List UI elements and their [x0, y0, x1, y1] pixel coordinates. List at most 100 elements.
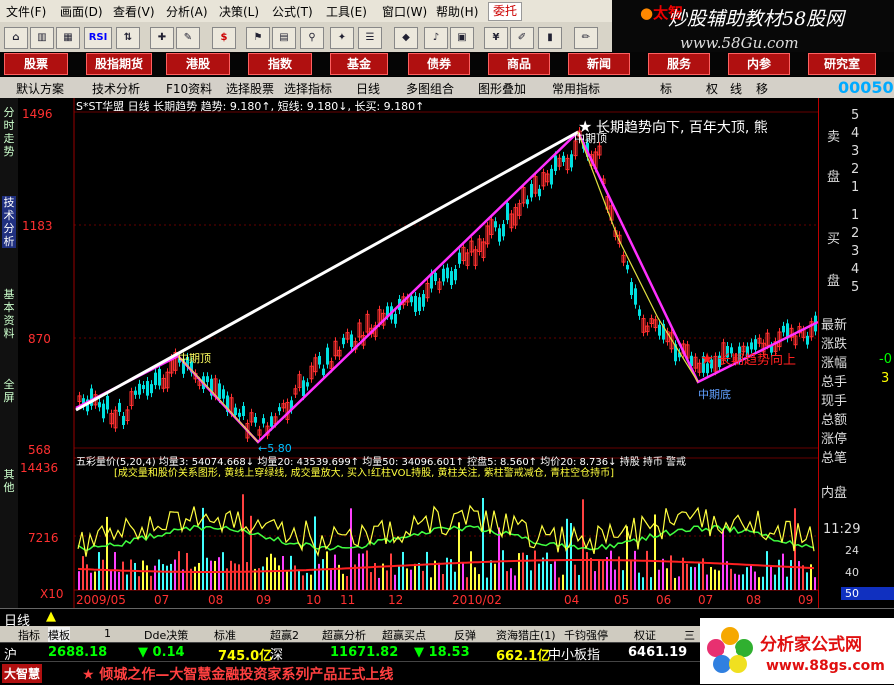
volume-bar [630, 561, 632, 590]
news-icon[interactable]: ▣ [450, 27, 474, 49]
minute-icon[interactable]: ⇅ [116, 27, 140, 49]
gift-icon[interactable]: ✦ [330, 27, 354, 49]
sell-label-2: 盘 [827, 170, 841, 185]
home-icon[interactable]: ⌂ [4, 27, 28, 49]
bottom-tab-standard[interactable]: 标准 [214, 627, 236, 643]
volume-bar [134, 562, 136, 590]
menu-screen[interactable]: 画面(D) [60, 3, 103, 20]
cat-news[interactable]: 新闻 [568, 53, 630, 75]
candle-body [322, 368, 325, 376]
menu-analysis[interactable]: 分析(A) [166, 3, 208, 20]
bottom-tab-more[interactable]: 三 [684, 627, 695, 643]
tab-fullscreen[interactable]: 全屏 [2, 378, 16, 404]
bottom-tab-1[interactable]: 1 [104, 627, 111, 640]
volume-bar [650, 577, 652, 590]
bottom-tab-dde[interactable]: Dde决策 [144, 627, 188, 643]
flag-icon[interactable]: ⚑ [246, 27, 270, 49]
price-tick: 1183 [22, 219, 53, 233]
period-dropdown[interactable]: 日线 [356, 80, 380, 97]
cat-stocks[interactable]: 股票 [4, 53, 68, 75]
pen-icon[interactable]: ✏ [574, 27, 598, 49]
kline-chart[interactable]: 1496 1183 870 568 14436 7216 X10 S*ST华盟 … [18, 98, 818, 608]
volume-bar [454, 571, 456, 590]
volume-bar [110, 570, 112, 590]
move-button[interactable]: 移 [756, 80, 768, 97]
cross-icon[interactable]: ✚ [150, 27, 174, 49]
candle-body [418, 297, 421, 312]
entrust-button[interactable]: 委托 [488, 2, 522, 21]
menu-view[interactable]: 查看(V) [113, 3, 155, 20]
menu-window[interactable]: 窗口(W) [382, 3, 427, 20]
mark-button[interactable]: 标 [660, 80, 672, 97]
ticker-text[interactable]: ★ 倾城之作—大智慧金融投资家系列产品正式上线 [82, 664, 393, 684]
ruler-icon[interactable]: ✎ [176, 27, 200, 49]
bottom-tab-indicator[interactable]: 指标 [18, 627, 40, 643]
tech-analysis-dropdown[interactable]: 技术分析 [92, 80, 140, 97]
tab-technical[interactable]: 技术分析 [2, 196, 16, 248]
sound-icon[interactable]: ♪ [424, 27, 448, 49]
volume-bar [466, 577, 468, 590]
candle-body [350, 334, 353, 347]
cat-bond[interactable]: 债券 [408, 53, 470, 75]
bottom-tab-rebound[interactable]: 反弹 [454, 627, 476, 643]
notes-icon[interactable]: ☰ [358, 27, 382, 49]
kline-icon[interactable]: ▥ [30, 27, 54, 49]
volume-bar [742, 574, 744, 590]
select-stock-button[interactable]: 选择股票 [226, 80, 274, 97]
select-indicator-button[interactable]: 选择指标 [284, 80, 332, 97]
tab-other[interactable]: 其他 [2, 468, 16, 494]
edit-icon[interactable]: ✐ [510, 27, 534, 49]
bottom-tab-chaoying-analysis[interactable]: 超赢分析 [322, 627, 366, 643]
chart-icon[interactable]: ▦ [56, 27, 80, 49]
bottom-tab-chaoying2[interactable]: 超赢2 [270, 627, 299, 643]
cat-hk[interactable]: 港股 [166, 53, 230, 75]
cat-research[interactable]: 研究室 [808, 53, 876, 75]
line-button[interactable]: 线 [730, 80, 742, 97]
rights-button[interactable]: 权 [706, 80, 718, 97]
volume-bar [106, 516, 108, 590]
f10-button[interactable]: F10资料 [166, 80, 212, 97]
diamond-icon[interactable]: ◆ [394, 27, 418, 49]
ticker-brand[interactable]: 大智慧 [2, 664, 43, 683]
menu-help[interactable]: 帮助(H) [436, 3, 478, 20]
bottom-tab-template[interactable]: 模板 [48, 627, 70, 643]
cat-service[interactable]: 服务 [648, 53, 710, 75]
cat-futures[interactable]: 股指期货 [86, 53, 152, 75]
quote-label: 总笔 [821, 451, 848, 466]
cat-commodity[interactable]: 商品 [488, 53, 550, 75]
date-tick: 07 [698, 593, 713, 607]
books-icon[interactable]: ▮ [538, 27, 562, 49]
sh-value: 2688.18 [48, 645, 108, 660]
menu-decision[interactable]: 决策(L) [219, 3, 259, 20]
candle-body [454, 268, 457, 281]
cat-insider[interactable]: 内参 [728, 53, 790, 75]
binocular-icon[interactable]: ⚲ [300, 27, 324, 49]
tab-fundamentals[interactable]: 基本资料 [2, 288, 16, 340]
bottom-tab-qianjun[interactable]: 千钧强停 [564, 627, 608, 643]
cat-fund[interactable]: 基金 [330, 53, 388, 75]
volume-bar [770, 566, 772, 590]
dollar-icon[interactable]: $ [212, 27, 236, 49]
common-indicator-dropdown[interactable]: 常用指标 [552, 80, 600, 97]
scheme-dropdown[interactable]: 默认方案 [16, 80, 64, 97]
volume-bar [710, 566, 712, 590]
cat-index[interactable]: 指数 [248, 53, 312, 75]
layout-icon[interactable]: ▤ [272, 27, 296, 49]
bottom-tab-warrant[interactable]: 权证 [634, 627, 656, 643]
volume-bar [482, 497, 484, 590]
bottom-tab-chaoying-buy[interactable]: 超赢买点 [382, 627, 426, 643]
tab-intraday[interactable]: 分时走势 [2, 106, 16, 158]
candle-body [146, 381, 149, 396]
multi-chart-dropdown[interactable]: 多图组合 [406, 80, 454, 97]
menu-tools[interactable]: 工具(E) [326, 3, 367, 20]
candle-body [142, 385, 145, 390]
overlay-dropdown[interactable]: 图形叠加 [478, 80, 526, 97]
bottom-tab-zihai[interactable]: 资海猎庄(1) [496, 627, 556, 643]
rsi-icon[interactable]: RSI [84, 27, 112, 49]
volume-bar [78, 571, 80, 590]
menu-file[interactable]: 文件(F) [6, 3, 46, 20]
menu-formula[interactable]: 公式(T) [272, 3, 313, 20]
money-icon[interactable]: ¥ [484, 27, 508, 49]
volume-bar [606, 557, 608, 590]
triangle-icon[interactable]: ▲ [46, 609, 56, 624]
